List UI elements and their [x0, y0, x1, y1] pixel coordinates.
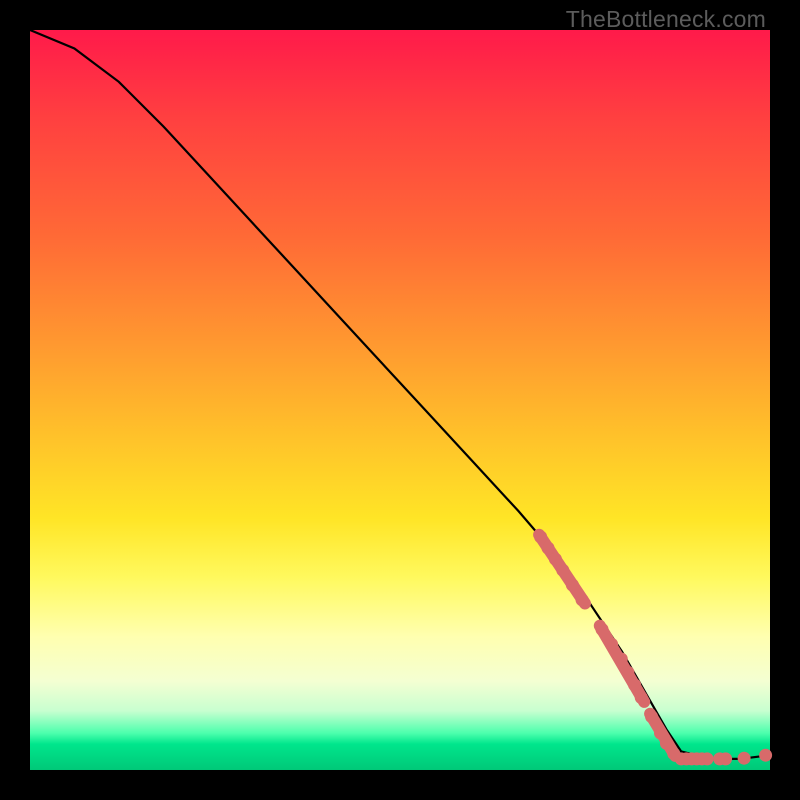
chart-svg [30, 30, 770, 770]
marker-dot [615, 653, 627, 665]
marker-dot [635, 692, 647, 704]
marker-dot [646, 711, 658, 723]
marker-dot [557, 564, 569, 576]
marker-dot [596, 623, 608, 635]
watermark-text: TheBottleneck.com [566, 6, 766, 33]
marker-dot [535, 531, 547, 543]
marker-dot [720, 753, 732, 765]
marker-dot [660, 737, 672, 749]
marker-dot [701, 753, 713, 765]
marker-dot [549, 553, 561, 565]
chart-frame: TheBottleneck.com [0, 0, 800, 800]
marker-dot [576, 594, 588, 606]
marker-dot [566, 579, 578, 591]
marker-dot [622, 666, 634, 678]
marker-dot [629, 679, 641, 691]
data-curve [30, 30, 770, 759]
marker-dot [760, 749, 772, 761]
marker-dot [542, 542, 554, 554]
plot-area [30, 30, 770, 770]
marker-dot [738, 752, 750, 764]
marker-dot [606, 638, 618, 650]
